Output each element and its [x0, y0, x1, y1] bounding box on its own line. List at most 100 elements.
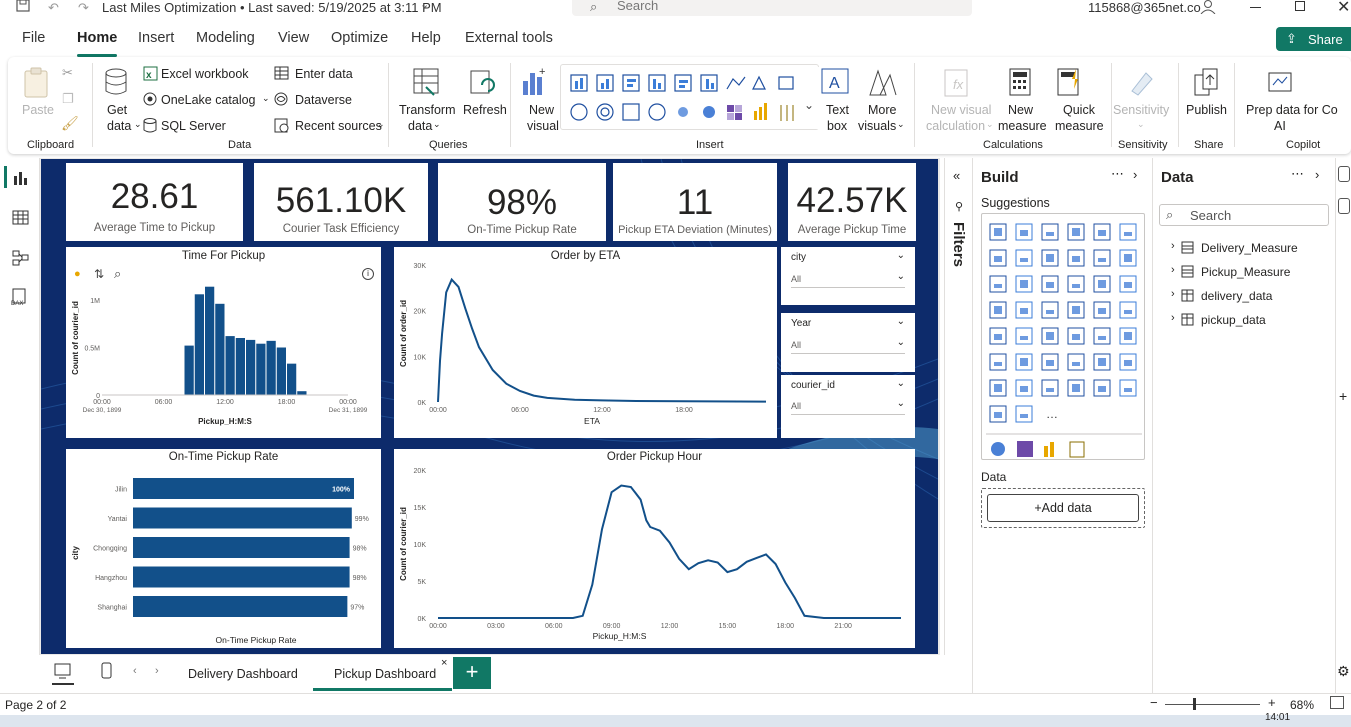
- text-box-label-2[interactable]: box: [827, 119, 847, 134]
- table-view-icon[interactable]: [12, 210, 30, 226]
- settings-icon[interactable]: ⚙: [1337, 663, 1350, 680]
- new-measure-label-2[interactable]: measure: [998, 119, 1047, 134]
- table-item[interactable]: › delivery_data: [1171, 288, 1331, 306]
- prep-data-ai-label[interactable]: Prep data for Co: [1246, 103, 1338, 118]
- dataverse-button[interactable]: Dataverse: [295, 93, 352, 108]
- slicer-value[interactable]: All: [791, 274, 801, 284]
- menu-home[interactable]: Home: [77, 30, 118, 57]
- kpi-card[interactable]: 28.61 Average Time to Pickup: [66, 163, 243, 241]
- add-page-button[interactable]: +: [453, 657, 491, 689]
- menu-optimize[interactable]: Optimize: [331, 30, 388, 46]
- menu-insert[interactable]: Insert: [138, 30, 174, 46]
- menu-modeling[interactable]: Modeling: [196, 30, 255, 46]
- more-visuals-label[interactable]: More: [868, 103, 896, 118]
- recent-sources-button[interactable]: Recent sources: [295, 119, 382, 134]
- visual-picker[interactable]: …: [981, 213, 1145, 460]
- menu-external-tools[interactable]: External tools: [465, 30, 553, 46]
- chart-order-pickup-hour[interactable]: Order Pickup Hour 0K 5K 10K 15K 20K 00:00 03:0…: [394, 449, 915, 648]
- refresh-label[interactable]: Refresh: [463, 103, 507, 118]
- get-data-label-2[interactable]: data: [107, 119, 131, 134]
- add-icon[interactable]: +: [1339, 388, 1347, 404]
- more-options-icon[interactable]: ⋯: [1111, 166, 1124, 182]
- user-account[interactable]: 115868@365net.co: [1088, 0, 1201, 15]
- mobile-view-icon[interactable]: [101, 662, 113, 680]
- save-icon[interactable]: [16, 0, 30, 12]
- new-measure-label[interactable]: New: [1008, 103, 1033, 118]
- visual-gallery[interactable]: ⌄: [560, 64, 819, 130]
- zoom-in-icon[interactable]: +: [1268, 695, 1276, 710]
- transform-data-label[interactable]: Transform: [399, 103, 456, 118]
- transform-data-icon[interactable]: [412, 67, 442, 99]
- document-title[interactable]: Last Miles Optimization • Last saved: 5/…: [102, 0, 442, 15]
- cut-icon[interactable]: ✂: [62, 65, 73, 81]
- slicer-value[interactable]: All: [791, 340, 801, 350]
- chevron-right-icon[interactable]: ›: [1171, 312, 1175, 324]
- calculator-icon[interactable]: [1008, 67, 1034, 99]
- add-data-button[interactable]: +Add data: [987, 494, 1139, 522]
- refresh-icon[interactable]: [468, 67, 498, 99]
- chevron-down-icon[interactable]: ⌄: [897, 250, 905, 261]
- close-tab-icon[interactable]: ×: [441, 657, 447, 669]
- slicer-courier-id[interactable]: courier_id ⌄ All ⌄: [781, 375, 915, 438]
- sensitivity-label[interactable]: Sensitivity: [1113, 103, 1169, 118]
- zoom-slider[interactable]: [1165, 704, 1260, 705]
- filters-pane[interactable]: « Filters ⚲: [944, 158, 972, 655]
- kpi-card[interactable]: 561.10K Courier Task Efficiency: [254, 163, 428, 241]
- model-view-icon[interactable]: [12, 250, 30, 266]
- zoom-slider-thumb[interactable]: [1193, 698, 1196, 710]
- zoom-out-icon[interactable]: −: [1150, 695, 1158, 710]
- kpi-card[interactable]: 42.57K Average Pickup Time: [788, 163, 916, 241]
- slicer-value[interactable]: All: [791, 401, 801, 411]
- dax-query-view-icon[interactable]: DAX: [10, 288, 30, 306]
- filters-label[interactable]: Filters: [950, 222, 967, 267]
- new-visual-icon[interactable]: +: [519, 67, 549, 99]
- new-visual-label-2[interactable]: visual: [527, 119, 559, 134]
- chevron-right-icon[interactable]: ›: [1171, 288, 1175, 300]
- avatar-icon[interactable]: [1200, 0, 1216, 14]
- prev-page-icon[interactable]: ‹: [133, 665, 137, 677]
- minimize-icon[interactable]: [1250, 7, 1261, 8]
- sql-server-button[interactable]: SQL Server: [161, 119, 226, 134]
- maximize-icon[interactable]: [1295, 1, 1305, 11]
- new-visual-calculation-icon[interactable]: fx: [942, 67, 972, 99]
- excel-workbook-button[interactable]: Excel workbook: [161, 67, 249, 82]
- next-page-icon[interactable]: ›: [155, 665, 159, 677]
- more-visuals-icon[interactable]: [866, 67, 898, 99]
- fit-to-page-icon[interactable]: [1330, 696, 1344, 709]
- chevron-down-icon[interactable]: ⌄: [897, 271, 905, 282]
- more-options-icon[interactable]: ⋯: [1291, 166, 1304, 182]
- chevron-down-icon[interactable]: ⌄: [897, 398, 905, 409]
- slicer-city[interactable]: city ⌄ All ⌄: [781, 247, 915, 305]
- menu-help[interactable]: Help: [411, 30, 441, 46]
- collapse-icon[interactable]: ›: [1133, 167, 1137, 182]
- chart-time-for-pickup[interactable]: Time For Pickup ● ⇅ ⌕ i 0 0.5M 1M 00:00 Dec …: [66, 247, 381, 438]
- report-view-icon[interactable]: [12, 170, 30, 186]
- chevron-down-icon[interactable]: ⌄: [897, 337, 905, 348]
- format-painter-icon[interactable]: 🖌: [61, 115, 79, 132]
- visualizations-icon[interactable]: [1338, 166, 1350, 182]
- publish-label[interactable]: Publish: [1186, 103, 1227, 118]
- chevron-right-icon[interactable]: ›: [1171, 264, 1175, 276]
- data-icon[interactable]: [1338, 198, 1350, 214]
- new-visual-label[interactable]: New: [529, 103, 554, 118]
- visual-type-grid[interactable]: …: [982, 214, 1146, 461]
- chart-on-time-pickup-rate[interactable]: On-Time Pickup Rate Jilin 100% Yantai 99% Ch…: [66, 449, 381, 648]
- table-item[interactable]: › pickup_data: [1171, 312, 1331, 330]
- share-button[interactable]: ⇪ Share: [1276, 27, 1351, 51]
- prep-data-ai-label-2[interactable]: AI: [1274, 119, 1286, 134]
- publish-icon[interactable]: [1192, 67, 1222, 99]
- slicer-year[interactable]: Year ⌄ All ⌄: [781, 313, 915, 372]
- get-data-label[interactable]: Get: [107, 103, 127, 118]
- quick-measure-label[interactable]: Quick: [1063, 103, 1095, 118]
- desktop-view-icon[interactable]: [54, 663, 72, 679]
- chevron-down-icon[interactable]: ⌄: [420, 0, 429, 11]
- quick-measure-icon[interactable]: [1056, 67, 1084, 99]
- menu-file[interactable]: File: [22, 30, 45, 46]
- enter-data-button[interactable]: Enter data: [295, 67, 353, 82]
- sensitivity-icon[interactable]: [1126, 67, 1156, 99]
- more-visuals-label-2[interactable]: visuals: [858, 119, 896, 134]
- text-box-icon[interactable]: A: [820, 67, 850, 97]
- new-visual-calculation-label-2[interactable]: calculation: [926, 119, 985, 134]
- data-search-input[interactable]: ⌕ Search: [1159, 204, 1329, 226]
- chart-order-by-eta[interactable]: Order by ETA 0K 10K 20K 30K 00:00 06:00 12:00 1…: [394, 247, 777, 438]
